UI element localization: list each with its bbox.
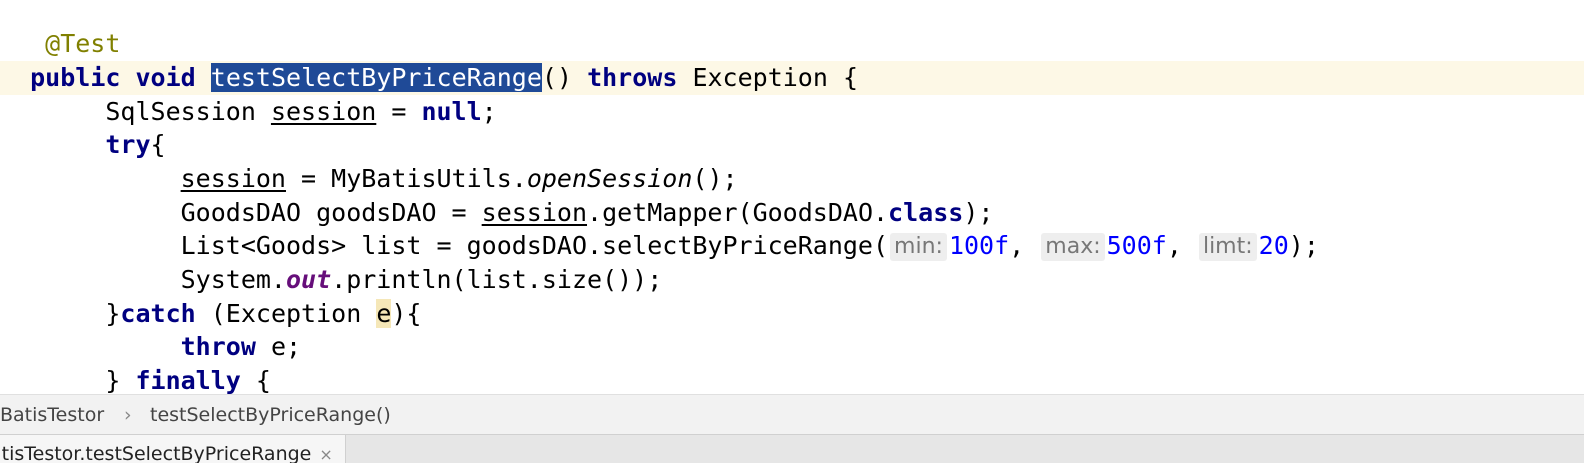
param-hint-limt: limt: [1198, 233, 1257, 261]
comma: , [1009, 231, 1040, 260]
static-field: out [285, 265, 332, 294]
class-ref: System. [180, 265, 286, 294]
keyword-class: class [888, 198, 964, 227]
static-method-call: openSession [526, 164, 693, 193]
variable-session: session [180, 164, 286, 193]
keyword-void: void [135, 63, 196, 92]
tab-bar: atisTestor.testSelectByPriceRange × [0, 434, 1584, 463]
open-brace: { [240, 366, 271, 394]
code-line-1[interactable]: @Test [0, 27, 1584, 61]
code-editor[interactable]: @Test public void testSelectByPriceRange… [0, 0, 1584, 394]
method-parens: () [541, 63, 573, 92]
keyword-throw: throw [180, 332, 256, 361]
type-name: SqlSession [105, 97, 271, 126]
code-line-9[interactable]: }catch (Exception e){ [0, 297, 1584, 331]
tab-test-run[interactable]: atisTestor.testSelectByPriceRange × [0, 435, 346, 463]
line-end: e; [255, 332, 302, 361]
declaration: GoodsDAO goodsDAO = [180, 198, 482, 227]
code-line-5[interactable]: session = MyBatisUtils.openSession(); [0, 162, 1584, 196]
keyword-public: public [30, 63, 121, 92]
tab-label: atisTestor.testSelectByPriceRange [0, 443, 312, 463]
comma: , [1166, 231, 1197, 260]
exception-type: Exception { [692, 63, 859, 92]
keyword-try: try [105, 130, 151, 159]
code-line-3[interactable]: SqlSession session = null; [0, 95, 1584, 129]
code-line-11[interactable]: } finally { [0, 364, 1584, 394]
code-line-2[interactable]: public void testSelectByPriceRange() thr… [0, 61, 1584, 95]
variable-e: e [376, 299, 392, 328]
close-brace: } [105, 299, 121, 328]
declaration: List<Goods> list = goodsDAO.selectByPric… [180, 231, 889, 260]
number-literal: 500f [1106, 231, 1167, 260]
close-brace: } [105, 366, 136, 394]
line-end: ){ [391, 299, 422, 328]
method-call: .getMapper(GoodsDAO. [587, 198, 889, 227]
breadcrumb-item-method[interactable]: testSelectByPriceRange() [150, 395, 391, 435]
breadcrumb: BatisTestor › testSelectByPriceRange() [0, 394, 1584, 435]
line-end: ); [1288, 231, 1319, 260]
breadcrumb-item-class[interactable]: BatisTestor [0, 395, 104, 435]
keyword-finally: finally [135, 366, 241, 394]
code-line-7[interactable]: List<Goods> list = goodsDAO.selectByPric… [0, 229, 1584, 263]
code-line-10[interactable]: throw e; [0, 330, 1584, 364]
annotation: @Test [45, 29, 121, 58]
keyword-throws: throws [587, 63, 678, 92]
chevron-right-icon: › [124, 404, 132, 426]
param-hint-max: max: [1041, 233, 1105, 261]
line-end: (); [692, 164, 738, 193]
method-call: .println(list.size()); [331, 265, 663, 294]
line-end: ; [481, 97, 497, 126]
close-icon[interactable]: × [319, 445, 332, 463]
open-brace: { [150, 130, 166, 159]
selected-method-name[interactable]: testSelectByPriceRange [210, 63, 542, 92]
code-line-6[interactable]: GoodsDAO goodsDAO = session.getMapper(Go… [0, 196, 1584, 230]
catch-param: (Exception [195, 299, 377, 328]
assign-expr: = MyBatisUtils. [285, 164, 527, 193]
variable-session: session [270, 97, 377, 126]
assign-op: = [376, 97, 422, 126]
param-hint-min: min: [890, 233, 947, 261]
number-literal: 20 [1258, 231, 1289, 260]
variable-session: session [481, 198, 588, 227]
keyword-catch: catch [120, 299, 196, 328]
number-literal: 100f [948, 231, 1010, 260]
keyword-null: null [421, 97, 482, 126]
line-end: ); [963, 198, 994, 227]
code-line-4[interactable]: try{ [0, 128, 1584, 162]
code-line-8[interactable]: System.out.println(list.size()); [0, 263, 1584, 297]
